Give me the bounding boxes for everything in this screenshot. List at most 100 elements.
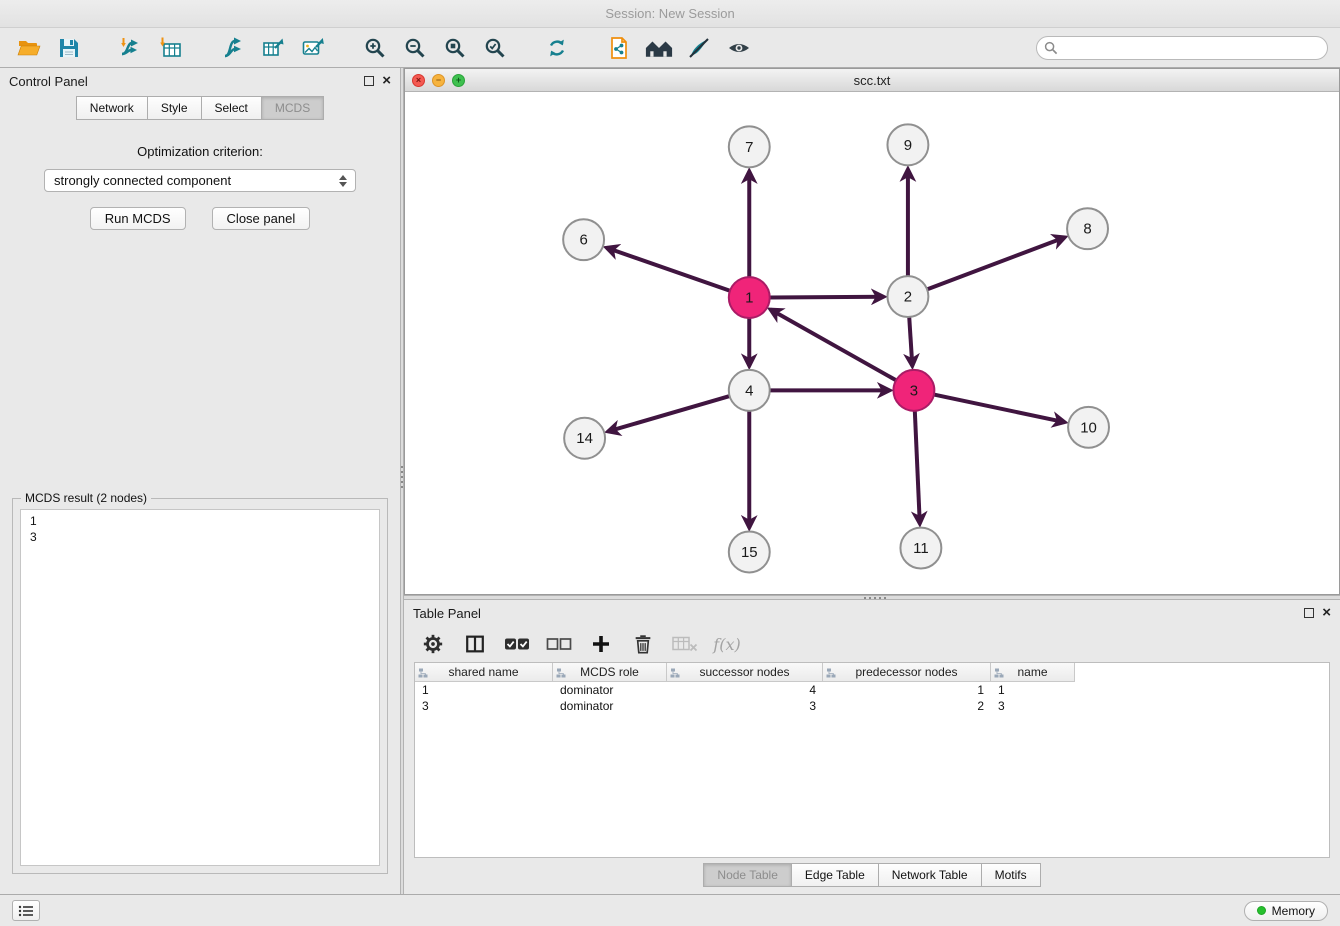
close-panel-button[interactable]: Close panel bbox=[212, 207, 311, 230]
optimization-criterion-label: Optimization criterion: bbox=[137, 144, 263, 159]
network-window-title: scc.txt bbox=[405, 73, 1339, 88]
column-tree-icon bbox=[670, 667, 680, 681]
node-label: 7 bbox=[745, 139, 753, 156]
table-tab-edge-table[interactable]: Edge Table bbox=[792, 863, 879, 887]
export-table-button[interactable] bbox=[256, 33, 290, 63]
node-15[interactable]: 15 bbox=[729, 532, 770, 573]
edge-3-to-1[interactable] bbox=[771, 310, 897, 381]
node-6[interactable]: 6 bbox=[563, 219, 604, 260]
float-panel-icon[interactable] bbox=[364, 76, 374, 86]
zoom-window-button[interactable]: + bbox=[452, 74, 465, 87]
zoom-fit-button[interactable] bbox=[438, 33, 472, 63]
search-input[interactable] bbox=[1036, 36, 1328, 60]
node-14[interactable]: 14 bbox=[564, 418, 605, 459]
zoom-in-button[interactable] bbox=[358, 33, 392, 63]
column-tree-icon bbox=[418, 667, 428, 681]
edge-1-to-2[interactable] bbox=[770, 297, 884, 298]
task-history-button[interactable] bbox=[12, 900, 40, 921]
tab-select[interactable]: Select bbox=[202, 96, 262, 120]
column-header-predecessor-nodes[interactable]: predecessor nodes bbox=[823, 663, 991, 682]
network-window-titlebar[interactable]: scc.txt × − + bbox=[405, 69, 1339, 92]
column-header-label: predecessor nodes bbox=[855, 665, 957, 679]
function-builder-button[interactable]: f(x) bbox=[714, 631, 740, 657]
application-window: Session: New Session bbox=[0, 0, 1340, 926]
column-header-name[interactable]: name bbox=[991, 663, 1075, 682]
refresh-layout-button[interactable] bbox=[540, 33, 574, 63]
new-network-button[interactable] bbox=[216, 33, 250, 63]
graphics-details-button[interactable] bbox=[682, 33, 716, 63]
close-window-button[interactable]: × bbox=[412, 74, 425, 87]
node-label: 14 bbox=[576, 430, 593, 447]
home-pair-icon bbox=[644, 36, 674, 60]
float-table-panel-icon[interactable] bbox=[1304, 608, 1314, 618]
mcds-result-title: MCDS result (2 nodes) bbox=[21, 491, 151, 505]
tab-mcds[interactable]: MCDS bbox=[262, 96, 324, 120]
node-9[interactable]: 9 bbox=[887, 124, 928, 165]
select-all-columns-button[interactable] bbox=[504, 631, 530, 657]
node-7[interactable]: 7 bbox=[729, 126, 770, 167]
column-header-shared-name[interactable]: shared name bbox=[415, 663, 553, 682]
zoom-out-button[interactable] bbox=[398, 33, 432, 63]
edge-3-to-10[interactable] bbox=[934, 395, 1065, 423]
delete-table-button[interactable] bbox=[672, 631, 698, 657]
table-row[interactable]: 1dominator411 bbox=[415, 682, 1329, 698]
import-group bbox=[114, 33, 188, 63]
column-header-successor-nodes[interactable]: successor nodes bbox=[667, 663, 823, 682]
column-header-label: shared name bbox=[448, 665, 518, 679]
memory-button[interactable]: Memory bbox=[1244, 901, 1328, 921]
import-network-button[interactable] bbox=[114, 33, 148, 63]
table-row[interactable]: 3dominator323 bbox=[415, 698, 1329, 714]
mcds-result-box[interactable]: 13 bbox=[20, 509, 380, 866]
edge-2-to-3[interactable] bbox=[909, 317, 912, 366]
node-1[interactable]: 1 bbox=[729, 277, 770, 318]
column-header-mcds-role[interactable]: MCDS role bbox=[553, 663, 667, 682]
close-panel-icon[interactable]: × bbox=[382, 76, 391, 86]
node-8[interactable]: 8 bbox=[1067, 208, 1108, 249]
table-settings-button[interactable] bbox=[420, 631, 446, 657]
tab-style[interactable]: Style bbox=[148, 96, 202, 120]
node-10[interactable]: 10 bbox=[1068, 407, 1109, 448]
edge-4-to-14[interactable] bbox=[608, 396, 730, 431]
edge-3-to-11[interactable] bbox=[915, 411, 920, 524]
gear-icon bbox=[422, 633, 444, 655]
home-button[interactable] bbox=[642, 33, 676, 63]
export-image-button[interactable] bbox=[296, 33, 330, 63]
save-session-button[interactable] bbox=[52, 33, 86, 63]
search-field bbox=[1036, 36, 1328, 60]
node-2[interactable]: 2 bbox=[887, 276, 928, 317]
network-tools-group bbox=[216, 33, 330, 63]
network-canvas[interactable]: 7 9 6 8 1 2 4 3 14 10 15 11 bbox=[405, 92, 1339, 594]
network-graph[interactable]: 7 9 6 8 1 2 4 3 14 10 15 11 bbox=[405, 92, 1339, 594]
create-column-button[interactable] bbox=[588, 631, 614, 657]
table-tab-node-table[interactable]: Node Table bbox=[703, 863, 792, 887]
show-hide-button[interactable] bbox=[722, 33, 756, 63]
node-11[interactable]: 11 bbox=[900, 528, 941, 569]
edge-2-to-8[interactable] bbox=[927, 237, 1065, 289]
tab-network[interactable]: Network bbox=[76, 96, 148, 120]
unselect-all-columns-button[interactable] bbox=[546, 631, 572, 657]
vertical-splitter[interactable] bbox=[400, 68, 404, 894]
node-4[interactable]: 4 bbox=[729, 370, 770, 411]
run-mcds-button[interactable]: Run MCDS bbox=[90, 207, 186, 230]
node-3[interactable]: 3 bbox=[893, 370, 934, 411]
delete-column-button[interactable] bbox=[630, 631, 656, 657]
import-network-icon bbox=[118, 36, 144, 60]
network-file-button[interactable] bbox=[602, 33, 636, 63]
mcds-buttons-row: Run MCDS Close panel bbox=[90, 207, 310, 230]
table-tab-network-table[interactable]: Network Table bbox=[879, 863, 982, 887]
checked-boxes-icon bbox=[504, 636, 530, 652]
close-table-panel-icon[interactable]: × bbox=[1322, 608, 1331, 618]
window-controls: × − + bbox=[412, 74, 465, 87]
memory-status-icon bbox=[1257, 906, 1266, 915]
edge-1-to-6[interactable] bbox=[607, 248, 730, 291]
table-tab-motifs[interactable]: Motifs bbox=[982, 863, 1041, 887]
show-columns-button[interactable] bbox=[462, 631, 488, 657]
import-table-button[interactable] bbox=[154, 33, 188, 63]
zoom-in-icon bbox=[363, 36, 387, 60]
criterion-select[interactable]: strongly connected component bbox=[44, 169, 356, 192]
minimize-window-button[interactable]: − bbox=[432, 74, 445, 87]
table-cell: dominator bbox=[553, 698, 667, 714]
zoom-selected-button[interactable] bbox=[478, 33, 512, 63]
open-session-button[interactable] bbox=[12, 33, 46, 63]
horizontal-splitter[interactable] bbox=[404, 595, 1340, 600]
